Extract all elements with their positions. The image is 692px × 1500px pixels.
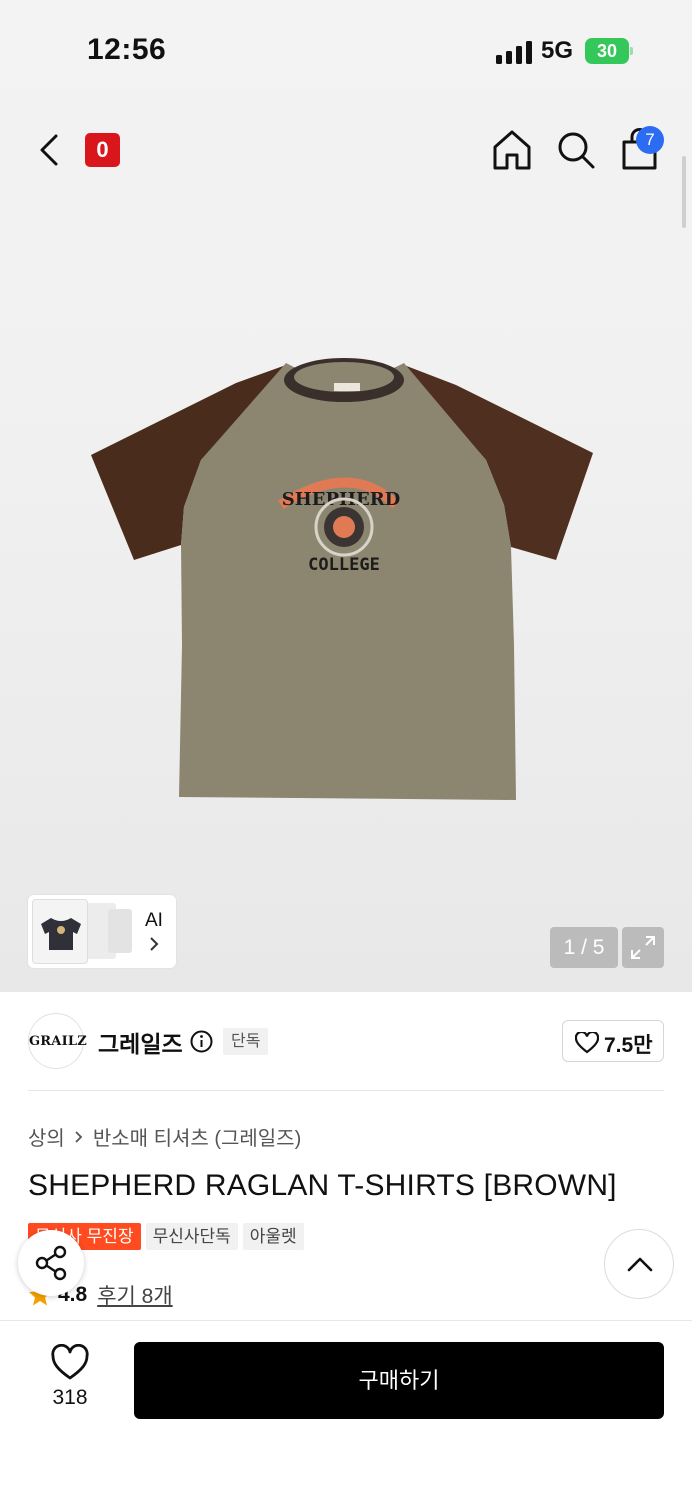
tag-exclusive: 무신사단독 (145, 1223, 238, 1250)
expand-button[interactable] (622, 927, 664, 968)
chevron-up-icon (627, 1257, 653, 1272)
heart-icon (575, 1032, 599, 1054)
exclusive-tag: 단독 (223, 1028, 269, 1055)
battery-level: 30 (585, 38, 629, 64)
status-time: 12:56 (87, 33, 167, 66)
network-label: 5G (541, 37, 574, 64)
home-icon[interactable] (491, 128, 533, 172)
share-button[interactable] (18, 1230, 84, 1296)
scroll-indicator (682, 156, 686, 228)
page-counter: 1 / 5 (550, 927, 618, 968)
product-title: SHEPHERD RAGLAN T-SHIRTS [BROWN] (28, 1169, 617, 1202)
thumbnail (108, 909, 132, 953)
like-count: 318 (52, 1386, 88, 1409)
share-icon (35, 1245, 67, 1281)
product-image[interactable]: SHEPHERD COLLEGE (86, 355, 600, 810)
signal-icon (496, 40, 532, 64)
chevron-right-icon (150, 937, 159, 951)
cart-count-badge: 7 (636, 126, 664, 154)
search-icon[interactable] (556, 130, 596, 170)
thumbnail (32, 899, 88, 964)
breadcrumb-item[interactable]: 상의 (28, 1122, 65, 1151)
divider (28, 1090, 664, 1091)
brand-name[interactable]: 그레일즈 (98, 1025, 183, 1059)
scroll-top-button[interactable] (604, 1229, 674, 1299)
brand-logo[interactable]: GRAILZ (28, 1013, 87, 1069)
battery-icon: 30 (585, 38, 633, 64)
buy-button[interactable]: 구매하기 (134, 1342, 664, 1419)
ai-similar-thumbs[interactable]: AI (28, 895, 176, 968)
breadcrumb-item[interactable]: 반소매 티셔츠 (그레일즈) (93, 1122, 301, 1151)
review-link[interactable]: 후기 8개 (97, 1280, 172, 1310)
chevron-right-icon (75, 1130, 83, 1143)
tag-outlet: 아울렛 (242, 1223, 304, 1250)
heart-icon[interactable] (50, 1344, 90, 1382)
brand-like-count: 7.5만 (604, 1034, 653, 1057)
info-icon[interactable] (190, 1030, 213, 1053)
expand-icon (631, 936, 655, 959)
store-logo[interactable]: 0 (85, 133, 120, 167)
back-icon[interactable] (34, 130, 68, 170)
ai-label: AI (145, 910, 163, 931)
breadcrumb: 상의 반소매 티셔츠 (그레일즈) (28, 1122, 301, 1151)
brand-like-button[interactable]: 7.5만 (562, 1020, 664, 1062)
svg-text:COLLEGE: COLLEGE (308, 555, 380, 575)
